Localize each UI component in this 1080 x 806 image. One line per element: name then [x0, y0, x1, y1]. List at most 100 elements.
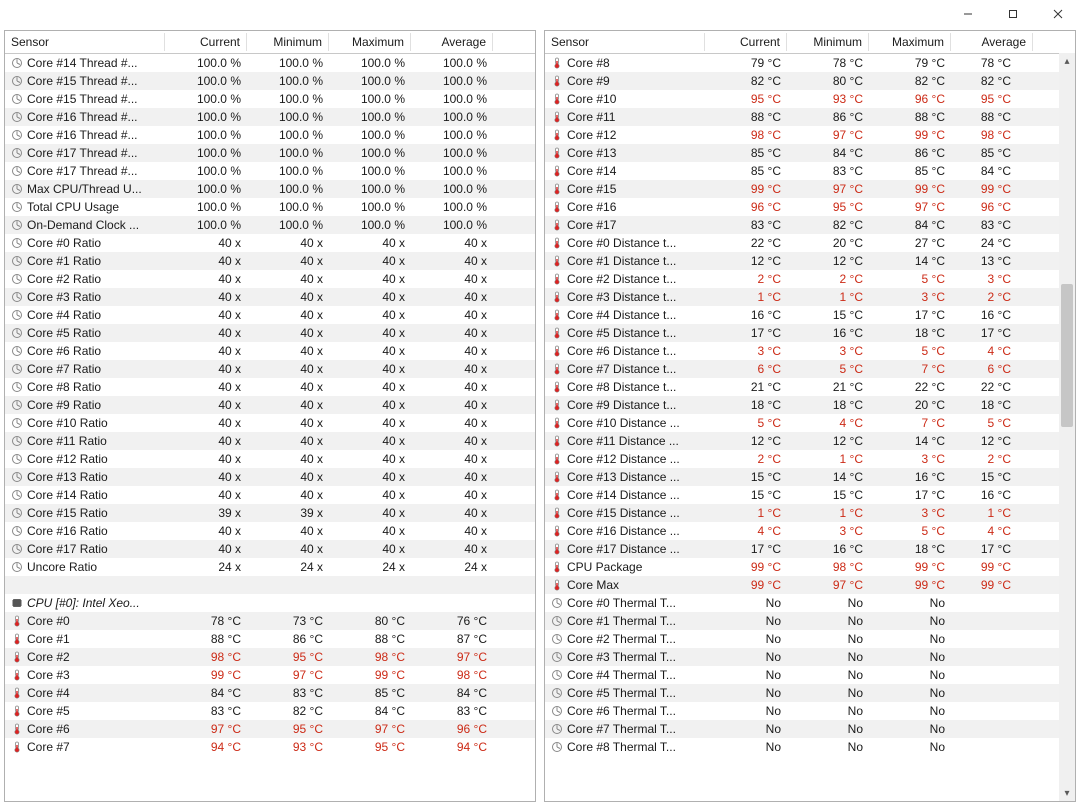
table-row[interactable]: Total CPU Usage100.0 %100.0 %100.0 %100.…: [5, 198, 535, 216]
table-row[interactable]: Uncore Ratio24 x24 x24 x24 x: [5, 558, 535, 576]
table-row[interactable]: Core #12 Ratio40 x40 x40 x40 x: [5, 450, 535, 468]
table-row[interactable]: Core #2 Distance t...2 °C2 °C5 °C3 °C: [545, 270, 1075, 288]
table-row[interactable]: Core #4 Thermal T...NoNoNo: [545, 666, 1075, 684]
scroll-thumb[interactable]: [1061, 284, 1073, 427]
table-row[interactable]: Core #7 Ratio40 x40 x40 x40 x: [5, 360, 535, 378]
col-minimum[interactable]: Minimum: [787, 33, 869, 51]
table-row[interactable]: Core Max99 °C97 °C99 °C99 °C: [545, 576, 1075, 594]
table-row[interactable]: Core #15 Distance ...1 °C1 °C3 °C1 °C: [545, 504, 1075, 522]
table-row[interactable]: Core #17 Ratio40 x40 x40 x40 x: [5, 540, 535, 558]
table-row[interactable]: Core #8 Ratio40 x40 x40 x40 x: [5, 378, 535, 396]
table-row[interactable]: Core #0 Distance t...22 °C20 °C27 °C24 °…: [545, 234, 1075, 252]
table-row[interactable]: Core #0 Ratio40 x40 x40 x40 x: [5, 234, 535, 252]
table-row[interactable]: Core #5 Ratio40 x40 x40 x40 x: [5, 324, 535, 342]
table-row[interactable]: Core #1298 °C97 °C99 °C98 °C: [545, 126, 1075, 144]
table-row[interactable]: On-Demand Clock ...100.0 %100.0 %100.0 %…: [5, 216, 535, 234]
table-row[interactable]: Core #15 Ratio39 x39 x40 x40 x: [5, 504, 535, 522]
table-row[interactable]: Core #1188 °C86 °C88 °C88 °C: [545, 108, 1075, 126]
table-row[interactable]: Core #16 Ratio40 x40 x40 x40 x: [5, 522, 535, 540]
table-row[interactable]: Core #1599 °C97 °C99 °C99 °C: [545, 180, 1075, 198]
table-row[interactable]: Core #4 Ratio40 x40 x40 x40 x: [5, 306, 535, 324]
table-row[interactable]: Core #6 Thermal T...NoNoNo: [545, 702, 1075, 720]
table-row[interactable]: Core #16 Thread #...100.0 %100.0 %100.0 …: [5, 108, 535, 126]
table-row[interactable]: Core #3 Thermal T...NoNoNo: [545, 648, 1075, 666]
table-row[interactable]: Core #11 Ratio40 x40 x40 x40 x: [5, 432, 535, 450]
table-row[interactable]: Core #9 Distance t...18 °C18 °C20 °C18 °…: [545, 396, 1075, 414]
minimize-button[interactable]: [945, 0, 990, 28]
table-row[interactable]: Core #982 °C80 °C82 °C82 °C: [545, 72, 1075, 90]
table-row[interactable]: Core #8 Thermal T...NoNoNo: [545, 738, 1075, 756]
right-column-header[interactable]: Sensor Current Minimum Maximum Average: [545, 31, 1075, 54]
table-row[interactable]: Core #15 Thread #...100.0 %100.0 %100.0 …: [5, 90, 535, 108]
table-row[interactable]: Core #298 °C95 °C98 °C97 °C: [5, 648, 535, 666]
table-row[interactable]: Core #7 Thermal T...NoNoNo: [545, 720, 1075, 738]
table-row[interactable]: Core #188 °C86 °C88 °C87 °C: [5, 630, 535, 648]
table-row[interactable]: Core #078 °C73 °C80 °C76 °C: [5, 612, 535, 630]
col-current[interactable]: Current: [705, 33, 787, 51]
table-row[interactable]: Core #2 Thermal T...NoNoNo: [545, 630, 1075, 648]
table-row[interactable]: Core #583 °C82 °C84 °C83 °C: [5, 702, 535, 720]
table-row[interactable]: Core #11 Distance ...12 °C12 °C14 °C12 °…: [545, 432, 1075, 450]
close-button[interactable]: [1035, 0, 1080, 28]
table-row[interactable]: Core #6 Ratio40 x40 x40 x40 x: [5, 342, 535, 360]
table-row[interactable]: [5, 576, 535, 594]
table-row[interactable]: Core #17 Distance ...17 °C16 °C18 °C17 °…: [545, 540, 1075, 558]
table-row[interactable]: Core #794 °C93 °C95 °C94 °C: [5, 738, 535, 756]
table-row[interactable]: Core #17 Thread #...100.0 %100.0 %100.0 …: [5, 144, 535, 162]
table-row[interactable]: Core #3 Ratio40 x40 x40 x40 x: [5, 288, 535, 306]
table-row[interactable]: Core #399 °C97 °C99 °C98 °C: [5, 666, 535, 684]
table-row[interactable]: Core #1696 °C95 °C97 °C96 °C: [545, 198, 1075, 216]
table-row[interactable]: Core #13 Ratio40 x40 x40 x40 x: [5, 468, 535, 486]
table-row[interactable]: CPU Package99 °C98 °C99 °C99 °C: [545, 558, 1075, 576]
table-row[interactable]: Core #10 Ratio40 x40 x40 x40 x: [5, 414, 535, 432]
vertical-scrollbar[interactable]: ▴ ▾: [1059, 53, 1075, 801]
table-row[interactable]: Core #1783 °C82 °C84 °C83 °C: [545, 216, 1075, 234]
col-sensor[interactable]: Sensor: [5, 33, 165, 51]
table-row[interactable]: Max CPU/Thread U...100.0 %100.0 %100.0 %…: [5, 180, 535, 198]
table-row[interactable]: Core #484 °C83 °C85 °C84 °C: [5, 684, 535, 702]
table-row[interactable]: Core #13 Distance ...15 °C14 °C16 °C15 °…: [545, 468, 1075, 486]
table-row[interactable]: Core #8 Distance t...21 °C21 °C22 °C22 °…: [545, 378, 1075, 396]
table-row[interactable]: Core #4 Distance t...16 °C15 °C17 °C16 °…: [545, 306, 1075, 324]
table-row[interactable]: Core #10 Distance ...5 °C4 °C7 °C5 °C: [545, 414, 1075, 432]
table-row[interactable]: Core #14 Thread #...100.0 %100.0 %100.0 …: [5, 54, 535, 72]
table-row[interactable]: Core #5 Distance t...17 °C16 °C18 °C17 °…: [545, 324, 1075, 342]
table-row[interactable]: Core #16 Thread #...100.0 %100.0 %100.0 …: [5, 126, 535, 144]
left-column-header[interactable]: Sensor Current Minimum Maximum Average: [5, 31, 535, 54]
table-row[interactable]: Core #16 Distance ...4 °C3 °C5 °C4 °C: [545, 522, 1075, 540]
table-row[interactable]: Core #15 Thread #...100.0 %100.0 %100.0 …: [5, 72, 535, 90]
col-minimum[interactable]: Minimum: [247, 33, 329, 51]
scroll-track[interactable]: [1059, 69, 1075, 785]
table-row[interactable]: Core #1385 °C84 °C86 °C85 °C: [545, 144, 1075, 162]
scroll-up-arrow-icon[interactable]: ▴: [1059, 53, 1075, 69]
table-row[interactable]: Core #0 Thermal T...NoNoNo: [545, 594, 1075, 612]
table-row[interactable]: Core #1 Thermal T...NoNoNo: [545, 612, 1075, 630]
scroll-down-arrow-icon[interactable]: ▾: [1059, 785, 1075, 801]
col-average[interactable]: Average: [951, 33, 1033, 51]
table-row[interactable]: Core #12 Distance ...2 °C1 °C3 °C2 °C: [545, 450, 1075, 468]
maximize-button[interactable]: [990, 0, 1035, 28]
table-row[interactable]: Core #697 °C95 °C97 °C96 °C: [5, 720, 535, 738]
table-row[interactable]: Core #879 °C78 °C79 °C78 °C: [545, 54, 1075, 72]
table-row[interactable]: Core #3 Distance t...1 °C1 °C3 °C2 °C: [545, 288, 1075, 306]
table-row[interactable]: Core #1 Distance t...12 °C12 °C14 °C13 °…: [545, 252, 1075, 270]
col-current[interactable]: Current: [165, 33, 247, 51]
table-row[interactable]: Core #9 Ratio40 x40 x40 x40 x: [5, 396, 535, 414]
table-row[interactable]: Core #14 Distance ...15 °C15 °C17 °C16 °…: [545, 486, 1075, 504]
table-row[interactable]: Core #6 Distance t...3 °C3 °C5 °C4 °C: [545, 342, 1075, 360]
table-row[interactable]: Core #17 Thread #...100.0 %100.0 %100.0 …: [5, 162, 535, 180]
table-row[interactable]: CPU [#0]: Intel Xeo...: [5, 594, 535, 612]
col-sensor[interactable]: Sensor: [545, 33, 705, 51]
table-row[interactable]: Core #7 Distance t...6 °C5 °C7 °C6 °C: [545, 360, 1075, 378]
col-maximum[interactable]: Maximum: [869, 33, 951, 51]
table-row[interactable]: Core #1 Ratio40 x40 x40 x40 x: [5, 252, 535, 270]
left-grid-body[interactable]: Core #14 Thread #...100.0 %100.0 %100.0 …: [5, 54, 535, 801]
table-row[interactable]: Core #5 Thermal T...NoNoNo: [545, 684, 1075, 702]
table-row[interactable]: Core #14 Ratio40 x40 x40 x40 x: [5, 486, 535, 504]
table-row[interactable]: Core #1485 °C83 °C85 °C84 °C: [545, 162, 1075, 180]
col-maximum[interactable]: Maximum: [329, 33, 411, 51]
right-grid-body[interactable]: Core #879 °C78 °C79 °C78 °CCore #982 °C8…: [545, 54, 1075, 801]
col-average[interactable]: Average: [411, 33, 493, 51]
table-row[interactable]: Core #1095 °C93 °C96 °C95 °C: [545, 90, 1075, 108]
table-row[interactable]: Core #2 Ratio40 x40 x40 x40 x: [5, 270, 535, 288]
